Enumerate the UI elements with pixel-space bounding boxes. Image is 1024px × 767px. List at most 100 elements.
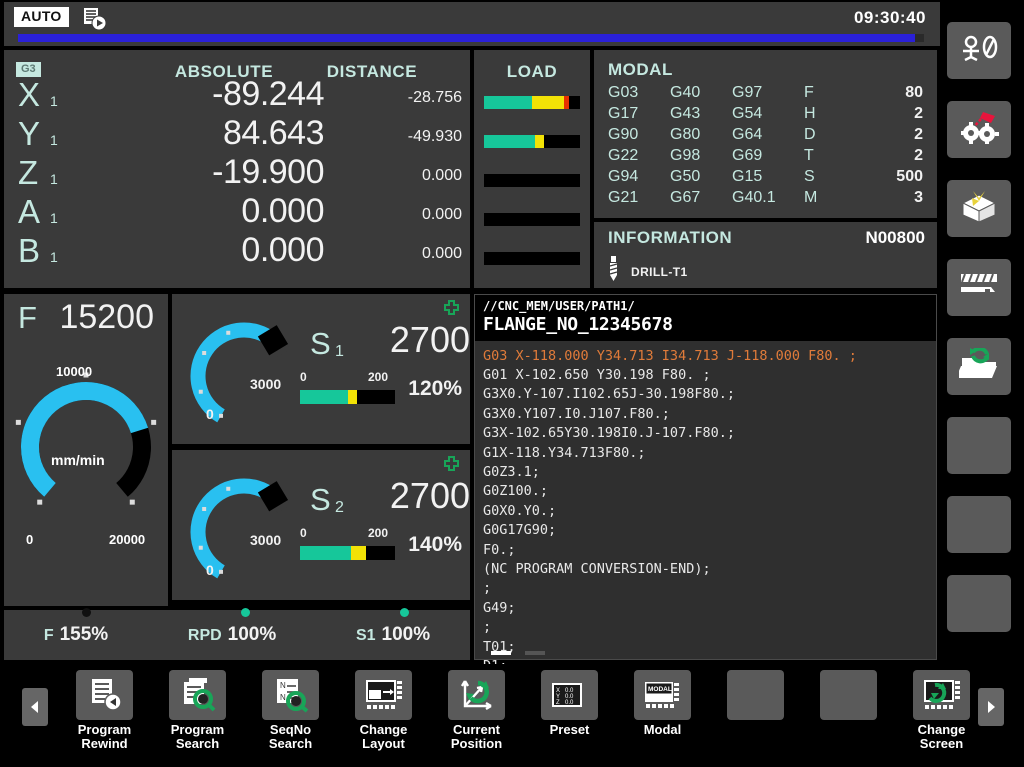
program-name: FLANGE_NO_12345678: [483, 314, 673, 335]
operator-zero-icon[interactable]: [959, 35, 999, 66]
load-bars: [474, 96, 590, 265]
program-line[interactable]: F0.;: [483, 541, 936, 560]
page-dot[interactable]: [491, 651, 511, 655]
svg-text:N: N: [280, 693, 286, 702]
program-line[interactable]: G0Z100.;: [483, 482, 936, 501]
svg-text:0.0: 0.0: [565, 700, 574, 706]
program-line[interactable]: G3X-102.65Y30.198I0.J-107.F80.;: [483, 424, 936, 443]
override-items: F 155% RPD 100% S1 100%: [4, 608, 470, 646]
program-rewind-icon[interactable]: [76, 670, 133, 720]
page-dot[interactable]: [525, 651, 545, 655]
program-line[interactable]: G0Z3.1;: [483, 463, 936, 482]
modal-cell: D: [804, 126, 816, 143]
sidebar-button[interactable]: [947, 22, 1011, 79]
program-line[interactable]: G3X0.Y107.I0.J107.F80.;: [483, 405, 936, 424]
toolbar-button[interactable]: Change Screen: [895, 670, 988, 751]
program-run-icon: [81, 6, 109, 32]
program-line[interactable]: T01;: [483, 638, 936, 657]
program-line[interactable]: G3X0.Y-107.I102.65J-30.198F80.;: [483, 385, 936, 404]
program-line[interactable]: G0G17G90;: [483, 521, 936, 540]
load-bar-segment: [484, 96, 532, 109]
coord-mode-badge: G3: [16, 62, 41, 78]
program-line[interactable]: G01 X-102.650 Y30.198 F80. ;: [483, 366, 936, 385]
toolbar-button[interactable]: Program Rewind: [58, 670, 151, 751]
settings-gears-icon[interactable]: [959, 110, 999, 149]
axis-index: 1: [50, 210, 58, 226]
program-line[interactable]: (NC PROGRAM CONVERSION-END);: [483, 560, 936, 579]
toolbar-button[interactable]: Program Search: [151, 670, 244, 751]
toolbar-button[interactable]: MODAL Modal: [616, 670, 709, 751]
axis-row: Z 1 -19.900 0.000: [4, 153, 470, 197]
sidebar-button: [947, 496, 1011, 553]
axis-absolute-value: -19.900: [212, 153, 324, 191]
sidebar-button[interactable]: [947, 338, 1011, 395]
load-bar-segment: [532, 96, 564, 109]
blank-icon: [820, 670, 877, 720]
modal-cell: G21: [608, 189, 639, 206]
spindle-bar-min-label: 0: [300, 370, 307, 384]
program-progress-bar: [18, 34, 924, 42]
toolbar-button[interactable]: Current Position: [430, 670, 523, 751]
toolbar-prev-button[interactable]: [22, 688, 48, 726]
program-page-indicator[interactable]: [491, 651, 545, 655]
seqno-search-icon[interactable]: NN: [262, 670, 319, 720]
load-bar: [484, 96, 580, 109]
clock: 09:30:40: [853, 8, 926, 27]
toolbar-button: [709, 670, 802, 751]
current-position-icon[interactable]: [448, 670, 505, 720]
spindle-bar-green: [300, 546, 352, 560]
toolbar-button-label: Program Search: [170, 722, 225, 751]
axis-label: X: [18, 76, 41, 113]
load-panel: LOAD: [474, 50, 590, 288]
spindle-panel-1: 3000 0 S 1 2700 0 200 120%: [172, 294, 470, 444]
tape-measure-icon[interactable]: [959, 272, 999, 303]
toolbar-items: Program Rewind Program Search N N SeqNo Search C…: [58, 670, 988, 751]
spindle-override-percent: 140%: [408, 533, 462, 556]
program-search-icon[interactable]: [169, 670, 226, 720]
modal-value: 500: [896, 168, 923, 185]
toolbar-button[interactable]: X Y Z 0.0 0.0 0.0 Preset: [523, 670, 616, 751]
program-lines[interactable]: G03 X-118.000 Y34.713 I34.713 J-118.000 …: [475, 341, 936, 677]
preset-icon[interactable]: X Y Z 0.0 0.0 0.0: [541, 670, 598, 720]
program-line-current[interactable]: G03 X-118.000 Y34.713 I34.713 J-118.000 …: [483, 347, 936, 366]
folder-sync-icon[interactable]: [956, 346, 999, 385]
axis-index: 1: [50, 93, 58, 109]
spindle-label: S: [310, 326, 331, 361]
sidebar-button[interactable]: [947, 180, 1011, 237]
toolbar-button-label: Program Rewind: [77, 722, 132, 751]
program-line[interactable]: G0X0.Y0.;: [483, 502, 936, 521]
sequence-number: N00800: [865, 228, 925, 247]
workpiece-box-icon[interactable]: [959, 189, 999, 228]
program-line[interactable]: G1X-118.Y34.713F80.;: [483, 444, 936, 463]
program-line[interactable]: ;: [483, 618, 936, 637]
sidebar-button[interactable]: [947, 101, 1011, 158]
information-title: INFORMATION: [608, 228, 733, 247]
modal-value: 2: [914, 147, 923, 164]
spindle-bar-green: [300, 390, 348, 404]
modal-value: 2: [914, 126, 923, 143]
bottom-toolbar: Program Rewind Program Search N N SeqNo Search C…: [0, 664, 1024, 767]
override-status-dot: [240, 608, 250, 617]
modal-icon[interactable]: MODAL: [634, 670, 691, 720]
axis-row: B 1 0.000 0.000: [4, 233, 470, 275]
modal-value: 80: [905, 84, 923, 101]
axis-distance-value: 0.000: [421, 167, 462, 184]
toolbar-button[interactable]: N N SeqNo Search: [244, 670, 337, 751]
change-screen-icon[interactable]: [913, 670, 970, 720]
feed-tick-mid-label: 10000: [56, 364, 93, 379]
sidebar-button[interactable]: [947, 259, 1011, 316]
program-line[interactable]: G49;: [483, 599, 936, 618]
modal-cell: G40: [670, 84, 701, 101]
axis-label: A: [18, 193, 41, 230]
axis-rows: X 1 -89.244 -28.756 Y 1 84.643 -49.930 Z 1 -19.900…: [4, 76, 470, 275]
spindle-gauge: [178, 310, 308, 438]
spindle-load-bar: [300, 390, 395, 404]
program-line[interactable]: ;: [483, 579, 936, 598]
program-panel[interactable]: //CNC_MEM/USER/PATH1/ FLANGE_NO_12345678…: [474, 294, 937, 674]
spindle-bar-min-label: 0: [300, 526, 307, 540]
feed-gauge-tick: [151, 419, 157, 425]
change-layout-icon[interactable]: [355, 670, 412, 720]
toolbar-button[interactable]: Change Layout: [337, 670, 430, 751]
feedrate-gauge: 10000 0 20000 mm/min: [4, 342, 168, 592]
svg-text:Z: Z: [556, 700, 560, 706]
